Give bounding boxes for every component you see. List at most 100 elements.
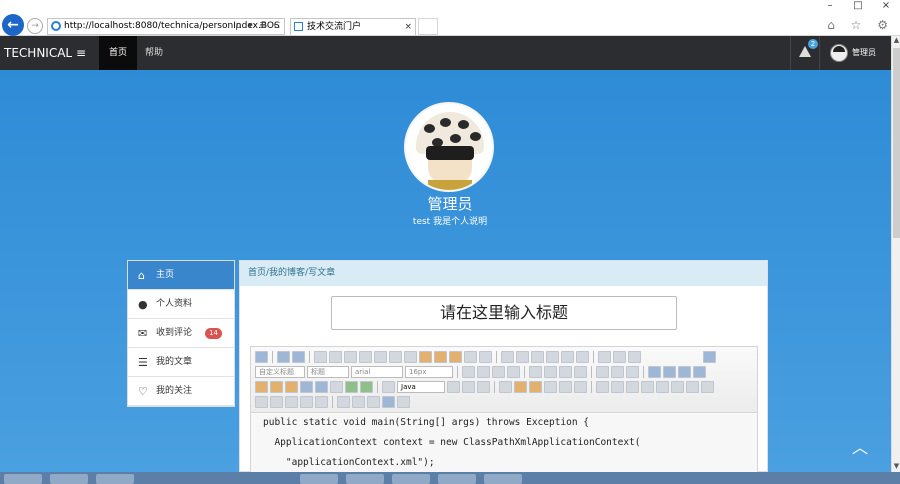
merge-cells-icon[interactable]: [686, 381, 699, 393]
html-source-icon[interactable]: [255, 351, 268, 363]
browser-tab[interactable]: 技术交流门户 ×: [290, 18, 416, 35]
taskbar-app-icon[interactable]: [438, 474, 476, 484]
scrawl-icon[interactable]: [285, 381, 298, 393]
row-spacing-icon[interactable]: [598, 351, 611, 363]
scroll-thumb[interactable]: [893, 48, 900, 238]
new-tab-button[interactable]: [418, 18, 438, 35]
background-icon[interactable]: [462, 381, 475, 393]
bold-icon[interactable]: [314, 351, 327, 363]
close-window-button[interactable]: ×: [872, 0, 900, 14]
search-replace-icon[interactable]: [559, 381, 572, 393]
fullscreen-icon[interactable]: [703, 351, 716, 363]
word-image-icon[interactable]: [574, 381, 587, 393]
checkbox-icon[interactable]: [397, 396, 410, 408]
image-float-none-icon[interactable]: [648, 366, 661, 378]
print-icon[interactable]: [337, 396, 350, 408]
taskbar-app-icon[interactable]: [484, 474, 522, 484]
superscript-icon[interactable]: [389, 351, 402, 363]
taskbar-app-icon[interactable]: [300, 474, 338, 484]
maximize-button[interactable]: □: [844, 0, 872, 14]
page-scrollbar[interactable]: ▲ ▼: [891, 36, 900, 472]
attachment-icon[interactable]: [330, 381, 343, 393]
nav-help[interactable]: 帮助: [139, 36, 169, 70]
preview-icon[interactable]: [352, 396, 365, 408]
user-avatar[interactable]: [830, 44, 848, 62]
music-icon[interactable]: [315, 381, 328, 393]
indent-icon[interactable]: [462, 366, 475, 378]
table-props-icon[interactable]: [315, 396, 328, 408]
unlink-icon[interactable]: [611, 366, 624, 378]
anchor-icon[interactable]: [626, 366, 639, 378]
code-language-select[interactable]: Java: [397, 381, 445, 393]
insert-row-icon[interactable]: [626, 381, 639, 393]
auto-format-icon[interactable]: [449, 351, 462, 363]
unordered-list-icon[interactable]: [546, 351, 559, 363]
delete-table-icon[interactable]: [611, 381, 624, 393]
insert-table-icon[interactable]: [596, 381, 609, 393]
forward-arrow-icon[interactable]: →: [27, 18, 43, 34]
direction-ltr-icon[interactable]: [492, 366, 505, 378]
help-icon[interactable]: [382, 396, 395, 408]
special-chars-icon[interactable]: [544, 381, 557, 393]
page-break-icon[interactable]: [447, 381, 460, 393]
side-item-profile[interactable]: ● 个人资料: [128, 290, 234, 319]
taskbar-app-icon[interactable]: [346, 474, 384, 484]
split-rows-icon[interactable]: [285, 396, 298, 408]
scroll-up-icon[interactable]: ▲: [892, 36, 900, 46]
taskbar-app-icon[interactable]: [50, 474, 88, 484]
article-title-input[interactable]: 请在这里输入标题: [331, 296, 677, 330]
insert-column-icon[interactable]: [656, 381, 669, 393]
direction-rtl-icon[interactable]: [507, 366, 520, 378]
browser-toolbar-icons[interactable]: ⌂ ☆ ⚙: [827, 18, 894, 32]
address-bar[interactable]: http://localhost:8080/technica/personInd…: [47, 18, 285, 35]
align-left-icon[interactable]: [529, 366, 542, 378]
date-icon[interactable]: [514, 381, 527, 393]
align-center-icon[interactable]: [544, 366, 557, 378]
align-justify-icon[interactable]: [574, 366, 587, 378]
alerts-button[interactable]: 2: [790, 36, 820, 70]
format-brush-icon[interactable]: [419, 351, 432, 363]
image-center-icon[interactable]: [693, 366, 706, 378]
split-cells-icon[interactable]: [701, 381, 714, 393]
blockquote-icon[interactable]: [464, 351, 477, 363]
border-icon[interactable]: [359, 351, 372, 363]
outdent-icon[interactable]: [477, 366, 490, 378]
taskbar-app-icon[interactable]: [96, 474, 134, 484]
tab-close-icon[interactable]: ×: [404, 19, 412, 35]
brand-logo[interactable]: TECHNICAL: [4, 36, 72, 70]
image-left-icon[interactable]: [663, 366, 676, 378]
emotion-icon[interactable]: [270, 381, 283, 393]
merge-down-icon[interactable]: [270, 396, 283, 408]
time-icon[interactable]: [529, 381, 542, 393]
eraser-icon[interactable]: [434, 351, 447, 363]
back-to-top-icon[interactable]: ︿: [850, 440, 870, 456]
template-icon[interactable]: [477, 381, 490, 393]
minimize-button[interactable]: –: [816, 0, 844, 14]
image-right-icon[interactable]: [678, 366, 691, 378]
heading-select[interactable]: 标题: [307, 366, 349, 378]
nav-home[interactable]: 首页: [99, 36, 137, 70]
frame-icon[interactable]: [360, 381, 373, 393]
redo-icon[interactable]: [292, 351, 305, 363]
font-size-select[interactable]: 16px: [405, 366, 453, 378]
undo-icon[interactable]: [277, 351, 290, 363]
paste-plain-icon[interactable]: [479, 351, 492, 363]
code-icon[interactable]: [382, 381, 395, 393]
subscript-icon[interactable]: [404, 351, 417, 363]
side-item-comments[interactable]: ✉ 收到评论 14: [128, 319, 234, 348]
paragraph-select[interactable]: 自定义标题: [255, 366, 305, 378]
editor-content[interactable]: public static void main(String[] args) t…: [251, 414, 757, 472]
drafts-icon[interactable]: [367, 396, 380, 408]
highlight-color-icon[interactable]: [516, 351, 529, 363]
insert-image-icon[interactable]: [255, 381, 268, 393]
font-family-select[interactable]: arial: [351, 366, 403, 378]
taskbar-start-icon[interactable]: [4, 474, 42, 484]
taskbar-app-icon[interactable]: [392, 474, 430, 484]
scroll-down-icon[interactable]: ▼: [892, 462, 900, 472]
font-color-icon[interactable]: [501, 351, 514, 363]
ordered-list-icon[interactable]: [531, 351, 544, 363]
delete-column-icon[interactable]: [671, 381, 684, 393]
delete-row-icon[interactable]: [641, 381, 654, 393]
align-right-icon[interactable]: [559, 366, 572, 378]
horizontal-rule-icon[interactable]: [499, 381, 512, 393]
